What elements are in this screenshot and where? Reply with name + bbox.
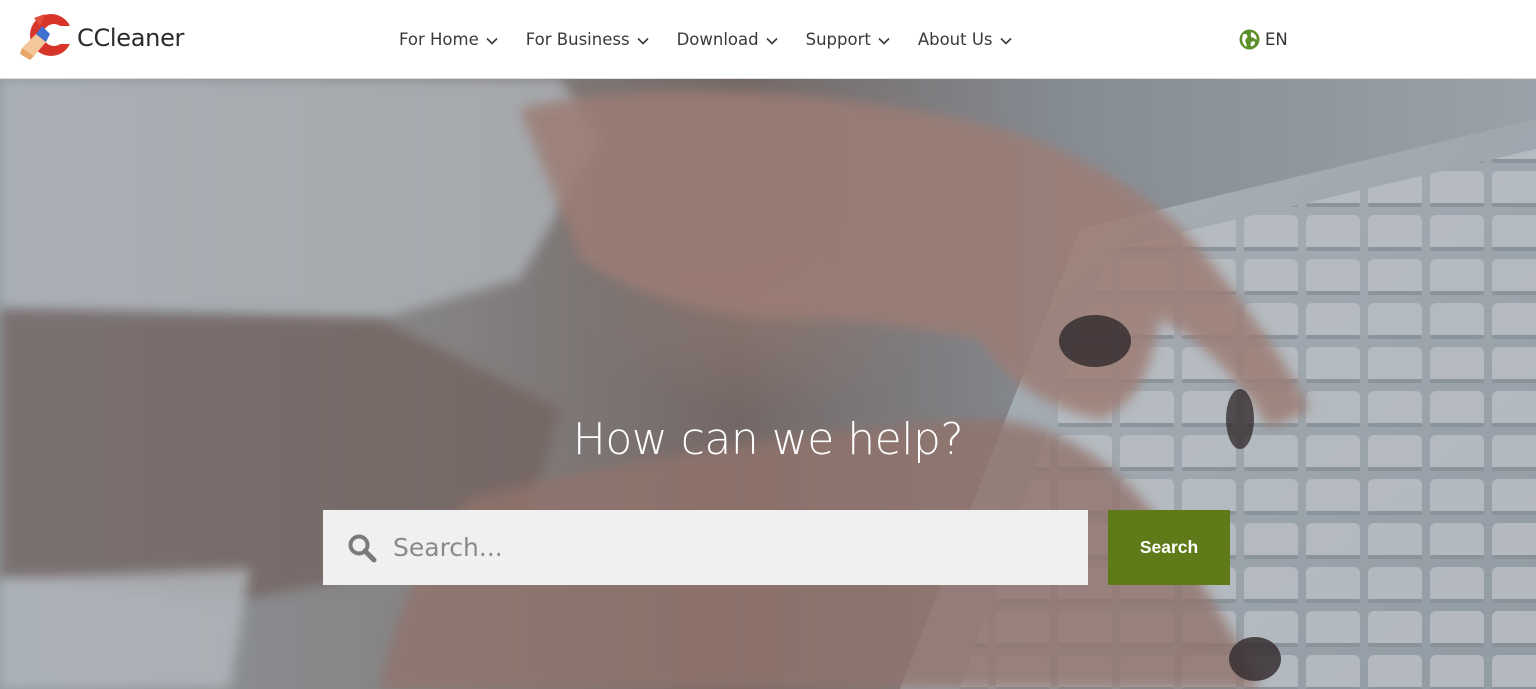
nav-download[interactable]: Download bbox=[677, 30, 778, 49]
chevron-down-icon bbox=[636, 37, 649, 45]
nav-label: About Us bbox=[917, 29, 993, 49]
nav-about-us[interactable]: About Us bbox=[918, 30, 1012, 49]
brand-name: CCleaner bbox=[77, 23, 185, 52]
hero-background-image bbox=[0, 79, 1536, 689]
nav-label: For Home bbox=[399, 29, 479, 49]
nav-for-business[interactable]: For Business bbox=[526, 30, 649, 49]
chevron-down-icon bbox=[878, 37, 890, 45]
chevron-down-icon bbox=[486, 37, 498, 45]
search-icon bbox=[348, 534, 377, 562]
nav-for-home[interactable]: For Home bbox=[399, 30, 498, 49]
language-selector[interactable]: EN bbox=[1239, 27, 1288, 51]
ccleaner-logo[interactable]: CCleaner bbox=[20, 13, 184, 61]
main-nav: For Home For Business Download Support A… bbox=[399, 0, 1040, 78]
nav-label: For Business bbox=[525, 29, 630, 49]
nav-label: Support bbox=[805, 29, 871, 49]
hero-section: How can we help? Search bbox=[0, 79, 1536, 689]
chevron-down-icon bbox=[999, 37, 1012, 45]
globe-icon bbox=[1239, 29, 1260, 49]
search-box bbox=[323, 510, 1088, 585]
nav-support[interactable]: Support bbox=[806, 30, 890, 49]
site-header: CCleaner For Home For Business Download … bbox=[0, 0, 1536, 79]
search-button[interactable]: Search bbox=[1108, 510, 1230, 585]
hero-title: How can we help? bbox=[572, 414, 964, 465]
ccleaner-logo-icon bbox=[20, 14, 76, 60]
search-input[interactable] bbox=[393, 510, 1088, 585]
language-label: EN bbox=[1265, 29, 1288, 49]
chevron-down-icon bbox=[766, 37, 778, 45]
nav-label: Download bbox=[676, 29, 759, 49]
